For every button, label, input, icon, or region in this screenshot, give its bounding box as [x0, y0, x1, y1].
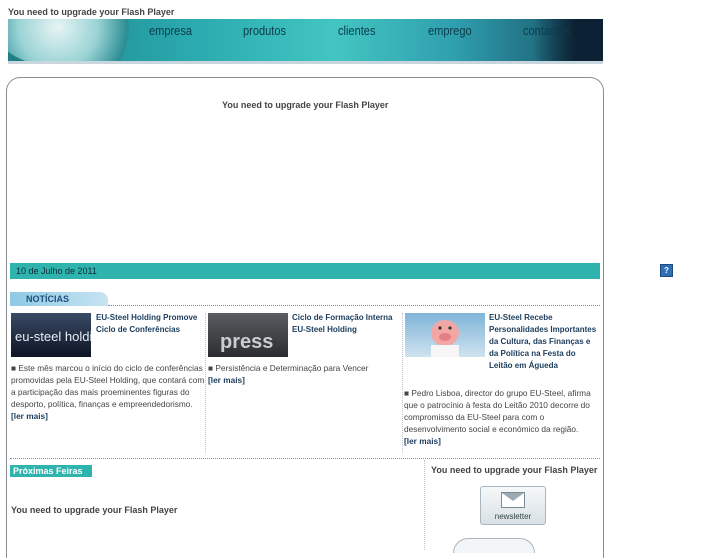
nav-item-contactos[interactable]: contactos [523, 23, 570, 38]
pig-eye-left [438, 326, 442, 330]
help-icon[interactable]: ? [660, 264, 673, 277]
news-body-1: ■ Este mês marcou o início do ciclo de c… [11, 362, 205, 422]
flash-upgrade-notice-fairs: You need to upgrade your Flash Player [11, 505, 178, 515]
flash-upgrade-notice-top: You need to upgrade your Flash Player [8, 7, 175, 17]
pig-body [431, 345, 459, 357]
thumb-text-1: eu-steel holding [15, 329, 91, 344]
nav-item-emprego[interactable]: emprego [428, 23, 472, 38]
press-image: press [220, 331, 273, 353]
news-section-label: NOTÍCIAS [26, 294, 70, 304]
news-body-3: ■ Pedro Lisboa, director do grupo EU-Ste… [404, 387, 600, 447]
sidebar-button-partial[interactable] [453, 538, 535, 553]
read-more-link-1[interactable]: [ler mais] [11, 411, 48, 421]
news-column-divider-1 [205, 313, 206, 453]
read-more-link-3[interactable]: [ler mais] [404, 436, 441, 446]
news-header-divider [108, 305, 600, 306]
pig-mascot-image [431, 320, 459, 357]
main-navigation: empresa produtos clientes emprego contac… [8, 23, 603, 43]
news-section-tab: NOTÍCIAS [10, 292, 108, 306]
flash-upgrade-notice-main: You need to upgrade your Flash Player [222, 100, 389, 110]
pig-snout [439, 333, 451, 341]
flash-upgrade-notice-sidebar: You need to upgrade your Flash Player [431, 465, 598, 475]
news-body-2: ■ Persistência e Determinação para Vence… [208, 362, 398, 386]
current-date: 10 de Julho de 2011 [16, 266, 97, 276]
pig-eye-right [448, 326, 452, 330]
eu-steel-logo-image: eu-steel holding [15, 329, 107, 344]
sidebar-divider [424, 460, 425, 550]
nav-item-produtos[interactable]: produtos [243, 23, 286, 38]
fairs-section-tab: Próximas Feiras [10, 465, 92, 477]
news-title-3[interactable]: EU-Steel Recebe Personalidades Important… [489, 312, 601, 372]
news-text-2: ■ Persistência e Determinação para Vence… [208, 363, 369, 373]
news-title-1[interactable]: EU-Steel Holding Promove Ciclo de Confer… [96, 312, 204, 336]
news-thumbnail-2[interactable]: press [208, 313, 288, 357]
thumb-text-2: press [220, 331, 273, 353]
news-text-1: ■ Este mês marcou o início do ciclo de c… [11, 363, 205, 409]
newsletter-label: newsletter [494, 512, 532, 521]
read-more-link-2[interactable]: [ler mais] [208, 375, 245, 385]
news-text-3: ■ Pedro Lisboa, director do grupo EU-Ste… [404, 388, 591, 434]
header-banner: empresa produtos clientes emprego contac… [8, 19, 603, 64]
envelope-icon [501, 492, 525, 508]
nav-item-clientes[interactable]: clientes [338, 23, 375, 38]
news-thumbnail-1[interactable]: eu-steel holding [11, 313, 107, 357]
news-bottom-divider [10, 458, 600, 459]
date-bar: 10 de Julho de 2011 [10, 263, 600, 279]
newsletter-button[interactable]: newsletter [480, 486, 546, 525]
news-thumbnail-3[interactable] [405, 313, 485, 357]
news-column-divider-2 [402, 313, 403, 453]
fairs-section-label: Próximas Feiras [13, 466, 83, 476]
nav-item-empresa[interactable]: empresa [149, 23, 192, 38]
news-title-2[interactable]: Ciclo de Formação Interna EU-Steel Holdi… [292, 312, 402, 336]
